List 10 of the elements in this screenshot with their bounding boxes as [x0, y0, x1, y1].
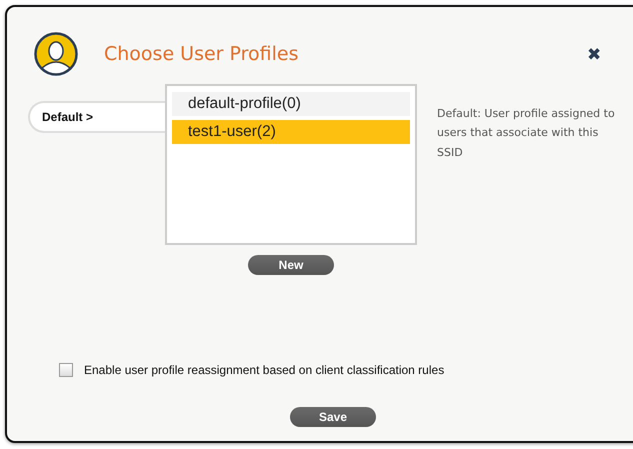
checkbox[interactable] [59, 363, 73, 377]
dialog-title: Choose User Profiles [104, 43, 300, 65]
close-button[interactable]: ✖ [587, 46, 601, 62]
save-button[interactable]: Save [290, 407, 376, 427]
description-text: Default: User profile assigned to users that associate with this SSID [437, 106, 616, 160]
checkbox-label: Enable user profile reassignment based on client classification rules [84, 363, 444, 377]
new-button[interactable]: New [248, 255, 334, 275]
profile-item[interactable]: default-profile(0) [172, 92, 410, 116]
profile-item[interactable]: test1-user(2) [172, 120, 410, 144]
person-icon [34, 32, 78, 76]
